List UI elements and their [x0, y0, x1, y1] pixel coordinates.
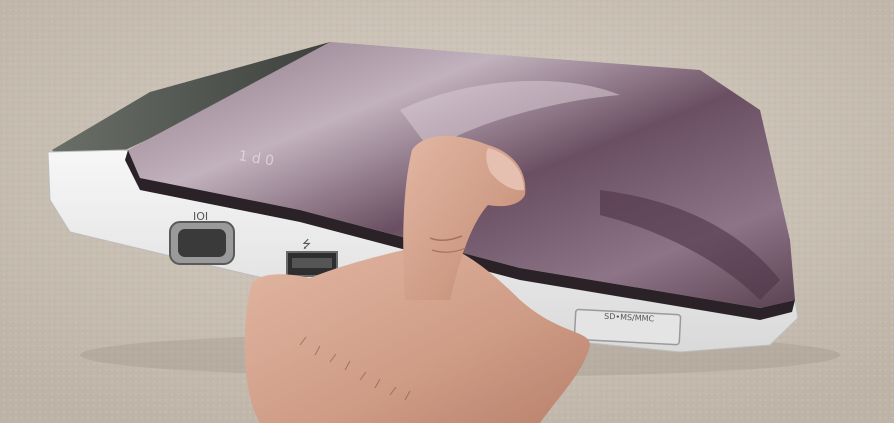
vga-symbol-label: IOI — [193, 210, 208, 223]
photo-scene: 1 d 0 IOI ⭍ SD•MS/MMC — [0, 0, 894, 423]
usb-icon: ⭍ — [302, 238, 311, 251]
vga-port[interactable] — [169, 221, 235, 265]
photo-illustration: 1 d 0 IOI ⭍ SD•MS/MMC — [0, 0, 894, 423]
